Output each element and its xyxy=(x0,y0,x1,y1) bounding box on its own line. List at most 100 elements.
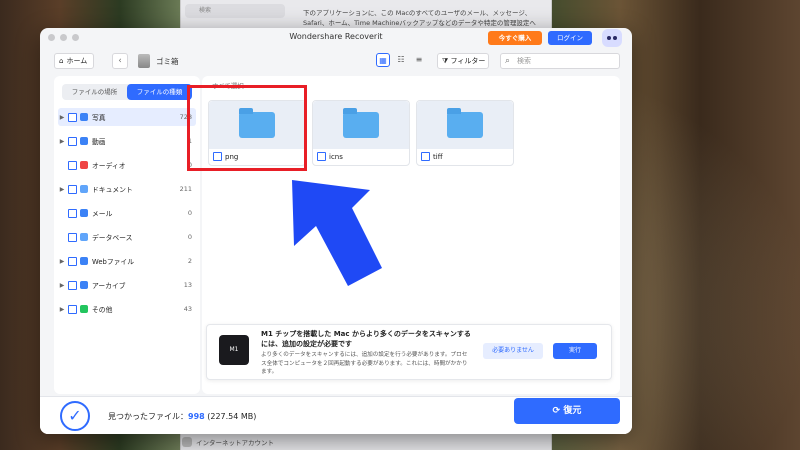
home-icon: ⌂ xyxy=(59,57,64,65)
pointer-arrow-icon xyxy=(288,172,390,296)
filter-label: フィルター xyxy=(450,57,486,65)
document-icon xyxy=(80,185,88,193)
sidebar-item-label: 写真 xyxy=(92,114,106,122)
expand-icon[interactable]: ▶ xyxy=(58,138,66,145)
sidebar-item-audio[interactable]: オーディオ 0 xyxy=(58,156,196,174)
sidebar-item-video[interactable]: ▶ 動画 1 xyxy=(58,132,196,150)
photo-icon xyxy=(80,113,88,121)
window-title: Wondershare Recoverit xyxy=(289,32,383,41)
banner-description: より多くのデータをスキャンするには、追加の設定を行う必要があります。プロセス全体… xyxy=(261,352,468,375)
archive-icon xyxy=(80,281,88,289)
checkbox[interactable] xyxy=(68,136,77,146)
tab-file-type[interactable]: ファイルの種類 xyxy=(127,84,192,100)
checkbox[interactable] xyxy=(68,208,77,218)
detail-view-icon[interactable]: ☷ xyxy=(394,53,408,67)
sidebar-item-label: データベース xyxy=(92,234,133,242)
toolbar: ⌂ ホーム ‹ ゴミ箱 ▦ ☷ ≡ ⧩ フィルター 検索 xyxy=(40,50,632,72)
checkbox[interactable] xyxy=(68,232,77,242)
restore-button[interactable]: ⟳ 復元 xyxy=(514,398,620,424)
login-button[interactable]: ログイン xyxy=(548,31,592,45)
folder-name: tiff xyxy=(433,152,443,161)
not-needed-button[interactable]: 必要ありません xyxy=(483,343,543,359)
sidebar-item-label: オーディオ xyxy=(92,162,126,170)
sidebar-item-count: 43 xyxy=(183,305,192,313)
highlight-box xyxy=(187,85,307,171)
back-button[interactable]: ‹ xyxy=(112,53,128,69)
folder-card-tiff[interactable]: tiff xyxy=(416,100,514,166)
sidebar-item-label: その他 xyxy=(92,306,113,314)
sidebar-item-label: 動画 xyxy=(92,138,106,146)
sidebar-item-database[interactable]: データベース 0 xyxy=(58,228,196,246)
sidebar-item-count: 211 xyxy=(179,185,192,193)
folder-name: icns xyxy=(329,152,343,161)
banner-title: M1 チップを搭載した Mac からより多くのデータをスキャンするには、追加の設… xyxy=(261,330,471,348)
buy-now-button[interactable]: 今すぐ購入 xyxy=(488,31,542,45)
checkbox[interactable] xyxy=(68,280,77,290)
checkbox[interactable] xyxy=(68,160,77,170)
sidebar-item-label: Webファイル xyxy=(92,258,135,266)
background-description: 下のアプリケーションに、この Macのすべてのユーザのメール、メッセージ、Saf… xyxy=(303,9,536,27)
web-icon xyxy=(80,257,88,265)
sidebar-item-web-files[interactable]: ▶ Webファイル 2 xyxy=(58,252,196,270)
expand-icon[interactable]: ▶ xyxy=(58,258,66,265)
home-label: ホーム xyxy=(66,57,88,65)
sidebar-item-count: 0 xyxy=(187,209,192,217)
folder-icon xyxy=(343,108,379,138)
sidebar-item-email[interactable]: メール 0 xyxy=(58,204,196,222)
mail-icon xyxy=(80,209,88,217)
filter-icon: ⧩ xyxy=(442,57,449,65)
found-count: 998 xyxy=(188,412,205,421)
folder-card-icns[interactable]: icns xyxy=(312,100,410,166)
tab-file-location[interactable]: ファイルの場所 xyxy=(62,84,127,100)
background-search-field[interactable]: 検索 xyxy=(185,4,285,18)
background-bottom-label: インターネットアカウント xyxy=(196,439,274,447)
grid-view-icon[interactable]: ▦ xyxy=(376,53,390,67)
checkbox[interactable] xyxy=(68,304,77,314)
sidebar-item-label: アーカイブ xyxy=(92,282,126,290)
expand-icon[interactable]: ▶ xyxy=(58,306,66,313)
chevron-left-icon: ‹ xyxy=(118,56,122,66)
background-bottom-item[interactable]: インターネットアカウント xyxy=(182,436,332,448)
check-icon: ✓ xyxy=(60,401,90,431)
expand-icon[interactable]: ▶ xyxy=(58,282,66,289)
sidebar-item-documents[interactable]: ▶ ドキュメント 211 xyxy=(58,180,196,198)
restore-icon: ⟳ xyxy=(552,406,561,416)
globe-icon xyxy=(182,437,192,447)
m1-chip-icon: M1 xyxy=(219,335,249,365)
sidebar-item-count: 13 xyxy=(183,281,192,289)
trash-icon xyxy=(138,54,150,68)
found-files-summary: 見つかったファイル：998 (227.54 MB) xyxy=(108,411,256,422)
video-icon xyxy=(80,137,88,145)
sidebar-item-count: 0 xyxy=(187,233,192,241)
sidebar-item-archive[interactable]: ▶ アーカイブ 13 xyxy=(58,276,196,294)
run-button[interactable]: 実行 xyxy=(553,343,597,359)
mascot-avatar-icon[interactable] xyxy=(602,29,622,47)
sidebar-item-other[interactable]: ▶ その他 43 xyxy=(58,300,196,318)
breadcrumb: ゴミ箱 xyxy=(156,57,179,66)
database-icon xyxy=(80,233,88,241)
checkbox[interactable] xyxy=(68,256,77,266)
expand-icon[interactable]: ▶ xyxy=(58,114,66,121)
checkbox[interactable] xyxy=(68,184,77,194)
restore-label: 復元 xyxy=(563,406,582,416)
sidebar-item-count: 2 xyxy=(187,257,192,265)
found-size: (227.54 MB) xyxy=(207,412,257,421)
expand-icon[interactable]: ▶ xyxy=(58,186,66,193)
sidebar-item-photos[interactable]: ▶ 写真 728 xyxy=(58,108,196,126)
view-mode-group: ▦ ☷ ≡ xyxy=(376,53,426,67)
sidebar-item-label: ドキュメント xyxy=(92,186,133,194)
list-view-icon[interactable]: ≡ xyxy=(412,53,426,67)
footer-bar: ✓ 見つかったファイル：998 (227.54 MB) ⟳ 復元 xyxy=(40,396,632,434)
folder-icon xyxy=(447,108,483,138)
sidebar-tabs: ファイルの場所 ファイルの種類 xyxy=(62,84,192,100)
search-input[interactable]: 検索 xyxy=(500,53,620,69)
title-bar: Wondershare Recoverit 今すぐ購入 ログイン xyxy=(40,28,632,48)
home-button[interactable]: ⌂ ホーム xyxy=(54,53,94,69)
m1-setup-banner: M1 M1 チップを搭載した Mac からより多くのデータをスキャンするには、追… xyxy=(206,324,612,380)
file-type-sidebar: ファイルの場所 ファイルの種類 ▶ 写真 728 ▶ 動画 1 オーディオ 0 … xyxy=(54,76,200,394)
checkbox[interactable] xyxy=(317,152,326,161)
filter-button[interactable]: ⧩ フィルター xyxy=(437,53,489,69)
checkbox[interactable] xyxy=(421,152,430,161)
checkbox[interactable] xyxy=(68,112,77,122)
sidebar-item-label: メール xyxy=(92,210,113,218)
